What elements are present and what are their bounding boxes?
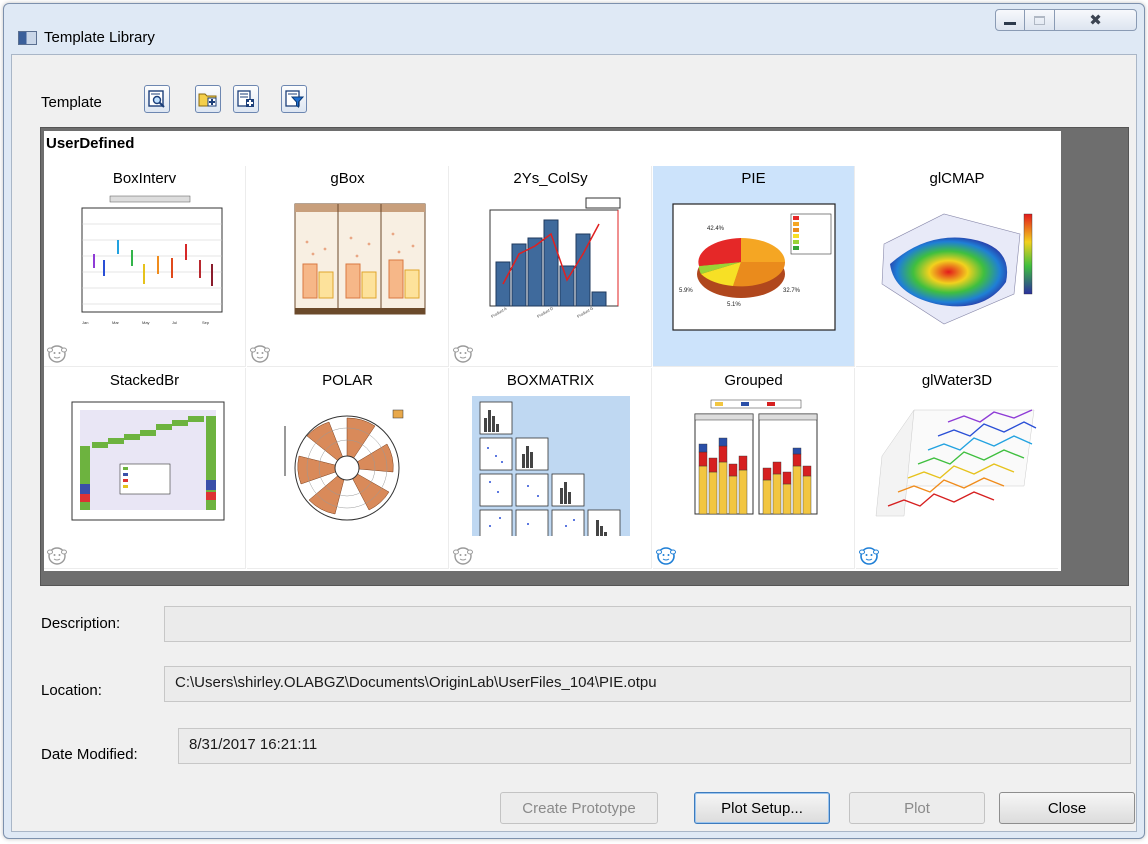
close-icon: ✖ [1089, 12, 1102, 29]
gbox-thumbnail [294, 203, 426, 315]
grouped-thumbnail [694, 399, 818, 515]
svg-text:Jan: Jan [82, 320, 88, 325]
location-label: Location: [41, 682, 102, 699]
2ys-colsy-thumbnail: Product A Product D Product G [489, 197, 621, 319]
glwater3d-thumbnail [875, 409, 1037, 517]
group-title: UserDefined [46, 135, 135, 152]
add-template-button[interactable] [233, 85, 259, 113]
svg-text:32.7%: 32.7% [783, 288, 801, 294]
template-name: BOXMATRIX [506, 372, 595, 389]
minimize-button[interactable] [995, 9, 1025, 31]
pie-thumbnail: 42.4% 32.7% 5.9% 5.1% [672, 203, 836, 331]
date-modified-field[interactable]: 8/31/2017 16:21:11 [178, 728, 1131, 764]
user-template-icon [47, 345, 67, 363]
template-name: gBox [330, 170, 365, 187]
plot-button[interactable]: Plot [849, 792, 985, 824]
date-modified-label: Date Modified: [41, 746, 138, 763]
svg-text:Sep: Sep [202, 320, 210, 325]
svg-text:Jul: Jul [172, 320, 177, 325]
template-tile-glwater3d[interactable]: glWater3D [856, 368, 1058, 569]
dialog-body: Template UserDefined BoxInterv Jan Mar M… [11, 54, 1137, 832]
add-template-icon [237, 90, 254, 107]
user-template-icon [656, 547, 676, 565]
template-name: BoxInterv [112, 170, 177, 187]
svg-text:Product D: Product D [536, 306, 554, 319]
template-name: glCMAP [929, 170, 985, 187]
template-label: Template [41, 94, 102, 111]
user-template-icon [859, 547, 879, 565]
preview-icon [148, 90, 165, 108]
maximize-icon [1034, 15, 1045, 25]
create-prototype-button[interactable]: Create Prototype [500, 792, 658, 824]
user-template-icon [453, 547, 473, 565]
new-folder-icon [198, 93, 217, 107]
template-library-window: Template Library ✖ Template UserDefined … [3, 3, 1145, 839]
new-folder-button[interactable] [195, 85, 221, 113]
template-tile-2ys-colsy[interactable]: 2Ys_ColSy Product A Product D Product G [450, 166, 652, 367]
plot-setup-button[interactable]: Plot Setup... [694, 792, 830, 824]
description-field[interactable] [164, 606, 1131, 642]
maximize-button[interactable] [1025, 9, 1055, 31]
filter-icon [285, 90, 304, 108]
template-name: glWater3D [921, 372, 993, 389]
template-name: StackedBr [109, 372, 180, 389]
template-name: POLAR [322, 372, 373, 389]
template-tile-pie[interactable]: PIE 42.4% 32.7% 5.9% 5.1% [653, 166, 855, 367]
preview-button[interactable] [144, 85, 170, 113]
template-name: PIE [741, 170, 766, 187]
boxmatrix-thumbnail [472, 396, 630, 536]
window-title: Template Library [44, 29, 155, 46]
svg-text:May: May [142, 320, 150, 325]
template-tile-stackedbr[interactable]: StackedBr [44, 368, 246, 569]
template-tile-grouped[interactable]: Grouped [653, 368, 855, 569]
filter-button[interactable] [281, 85, 307, 113]
svg-text:Product G: Product G [576, 306, 594, 319]
template-tile-glcmap[interactable]: glCMAP [856, 166, 1058, 367]
svg-text:5.1%: 5.1% [727, 302, 741, 308]
user-template-icon [453, 345, 473, 363]
location-field[interactable]: C:\Users\shirley.OLABGZ\Documents\Origin… [164, 666, 1131, 702]
gallery-viewport: UserDefined BoxInterv Jan Mar May Jul Se… [44, 131, 1061, 571]
polar-thumbnail [284, 409, 404, 521]
template-name: 2Ys_ColSy [513, 170, 588, 187]
template-tile-boxmatrix[interactable]: BOXMATRIX [450, 368, 652, 569]
template-tile-gbox[interactable]: gBox [247, 166, 449, 367]
svg-text:Mar: Mar [112, 320, 120, 325]
user-template-icon [250, 345, 270, 363]
title-bar[interactable]: Template Library ✖ [4, 4, 1144, 54]
user-template-icon [47, 547, 67, 565]
svg-text:Product A: Product A [490, 306, 508, 319]
close-button[interactable]: Close [999, 792, 1135, 824]
minimize-icon [1004, 21, 1016, 25]
svg-text:42.4%: 42.4% [707, 226, 725, 232]
window-close-button[interactable]: ✖ [1055, 9, 1137, 31]
template-tile-polar[interactable]: POLAR [247, 368, 449, 569]
glcmap-thumbnail [881, 213, 1033, 325]
boxinterv-thumbnail: Jan Mar May Jul Sep [64, 194, 226, 334]
description-label: Description: [41, 615, 121, 632]
template-tile-boxinterv[interactable]: BoxInterv Jan Mar May Jul Sep [44, 166, 246, 367]
template-name: Grouped [724, 372, 783, 389]
stackedbr-thumbnail [71, 401, 225, 521]
app-icon [18, 31, 37, 45]
template-gallery[interactable]: UserDefined BoxInterv Jan Mar May Jul Se… [40, 127, 1129, 586]
svg-text:5.9%: 5.9% [679, 288, 693, 294]
